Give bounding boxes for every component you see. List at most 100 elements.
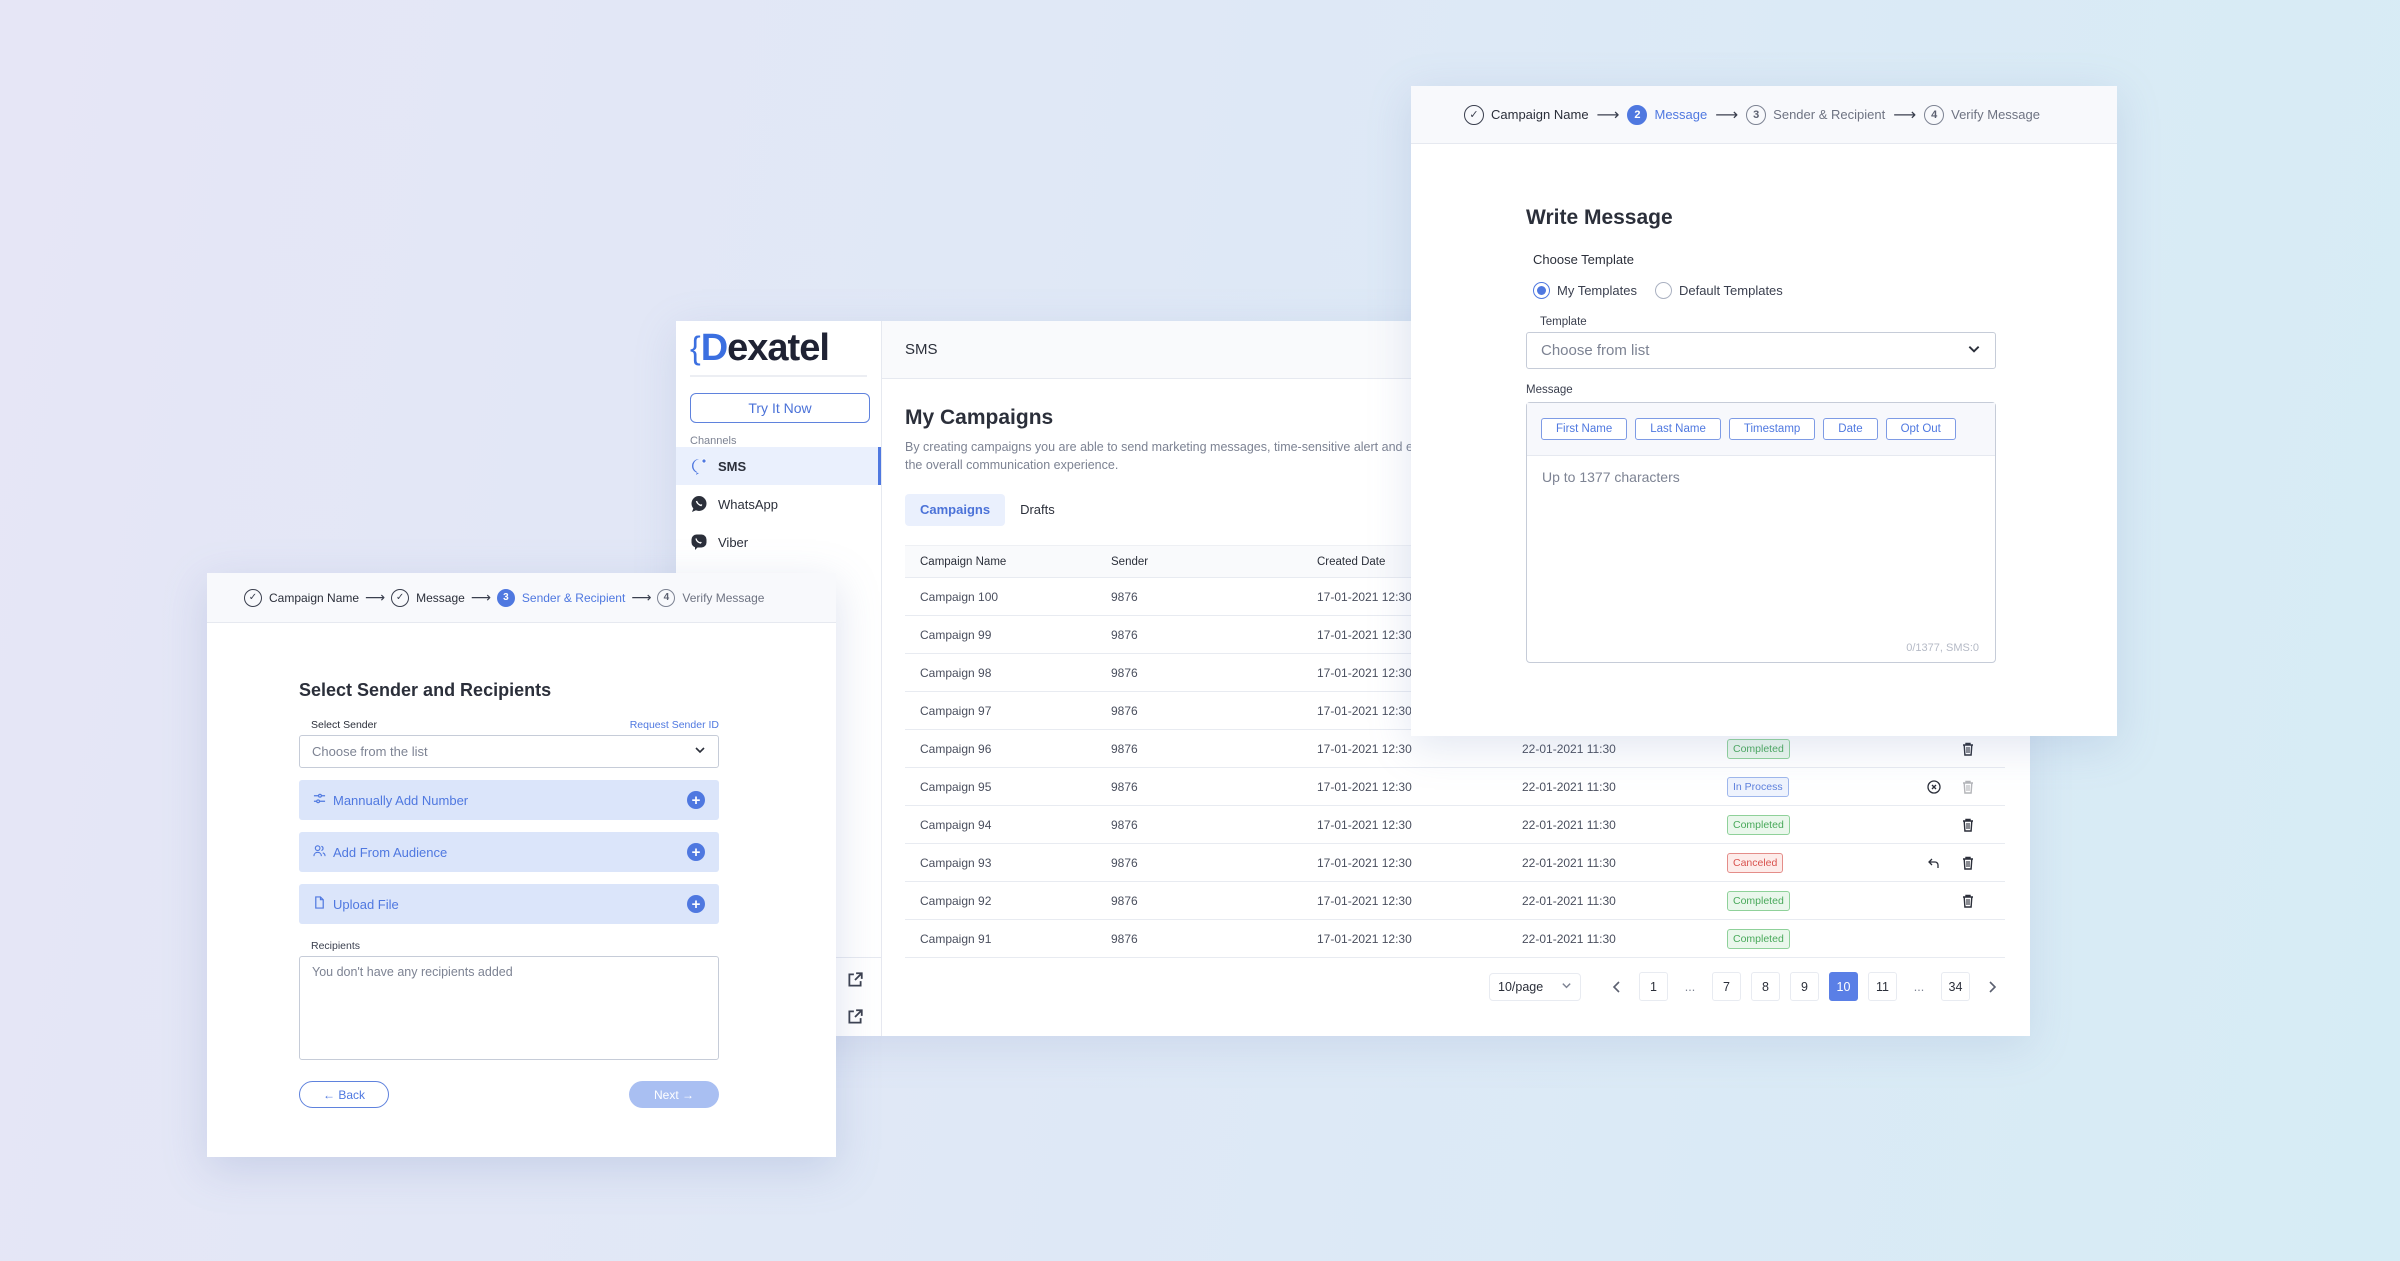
table-row[interactable]: Campaign 91 9876 17-01-2021 12:30 22-01-202…: [905, 920, 2005, 958]
sender-cell: 9876: [1111, 931, 1138, 946]
created-date-cell: 17-01-2021 12:30: [1317, 817, 1412, 832]
actions-cell: [1907, 779, 2005, 794]
trash-icon[interactable]: [1961, 742, 1975, 756]
page-button[interactable]: 9: [1790, 972, 1819, 1001]
external-link-icon[interactable]: [846, 1008, 864, 1026]
sidebar-item-label: SMS: [718, 458, 747, 474]
radio-button[interactable]: [1533, 282, 1550, 299]
page-button[interactable]: 1: [1639, 972, 1668, 1001]
sidebar-item-viber[interactable]: Viber: [676, 523, 881, 561]
arrow-right-icon: ⟶: [1596, 106, 1620, 124]
step-campaign-name[interactable]: ✓ Campaign Name: [1464, 104, 1589, 125]
sender-stepper: ✓ Campaign Name ⟶ ✓ Message ⟶ 3 Sender & Recipi…: [207, 573, 836, 623]
created-date-cell: 17-01-2021 12:30: [1317, 779, 1412, 794]
whatsapp-icon: [690, 495, 708, 513]
step-verify-message[interactable]: 4 Verify Message: [1924, 104, 2040, 125]
option-mannually-add-number[interactable]: Mannually Add Number +: [299, 780, 719, 820]
trash-icon[interactable]: [1961, 856, 1975, 870]
campaign-name-cell: Campaign 98: [920, 665, 992, 680]
sender-cell: 9876: [1111, 741, 1138, 756]
status-badge: Completed: [1727, 928, 1790, 949]
table-row[interactable]: Campaign 95 9876 17-01-2021 12:30 22-01-202…: [905, 768, 2005, 806]
option-upload-file[interactable]: Upload File +: [299, 884, 719, 924]
step-campaign-name[interactable]: ✓ Campaign Name: [244, 588, 359, 607]
step-label: Message: [1654, 107, 1708, 122]
trash-icon[interactable]: [1961, 818, 1975, 832]
request-sender-id-link[interactable]: Request Sender ID: [630, 719, 719, 731]
tag-opt-out[interactable]: Opt Out: [1885, 418, 1956, 440]
sidebar-item-whatsapp[interactable]: WhatsApp: [676, 485, 881, 523]
step-verify-message[interactable]: 4 Verify Message: [657, 588, 765, 607]
scheduled-date-cell: 22-01-2021 11:30: [1522, 741, 1616, 756]
chevron-down-icon: [694, 744, 706, 759]
tag-timestamp[interactable]: Timestamp: [1728, 418, 1816, 440]
sender-cell: 9876: [1111, 893, 1138, 908]
created-date-cell: 17-01-2021 12:30: [1317, 893, 1412, 908]
sender-select[interactable]: Choose from the list: [299, 735, 719, 768]
plus-circle-icon[interactable]: +: [687, 843, 705, 861]
template-select[interactable]: Choose from list: [1526, 332, 1996, 369]
scheduled-date-cell: 22-01-2021 11:30: [1522, 855, 1616, 870]
tag-date[interactable]: Date: [1823, 418, 1878, 440]
radio-button[interactable]: [1654, 282, 1672, 299]
page-description: By creating campaigns you are able to se…: [905, 440, 1454, 472]
sender-cell: 9876: [1111, 779, 1138, 794]
per-page-value: 10/page: [1498, 979, 1544, 994]
external-link-icon[interactable]: [846, 971, 864, 989]
step-message[interactable]: 2 Message: [1627, 104, 1708, 125]
message-editor[interactable]: First Name Last Name Timestamp Date Opt Out …: [1526, 402, 1996, 663]
page-button[interactable]: 10: [1829, 972, 1858, 1001]
restore-arrow-icon[interactable]: [1927, 856, 1941, 870]
tag-last-name[interactable]: Last Name: [1635, 418, 1721, 440]
column-header[interactable]: Sender: [1111, 556, 1317, 568]
sender-label-row: Select Sender Request Sender ID: [311, 719, 719, 731]
logo-text: exatel: [727, 326, 830, 369]
campaign-name-cell: Campaign 94: [920, 817, 992, 832]
message-stepper: ✓ Campaign Name ⟶ 2 Message ⟶ 3 Sender & Recipi…: [1411, 86, 2117, 144]
cancel-circle-icon[interactable]: [1927, 779, 1941, 794]
plus-circle-icon[interactable]: +: [687, 895, 705, 913]
plus-circle-icon[interactable]: +: [687, 791, 705, 809]
page-button[interactable]: 7: [1712, 972, 1741, 1001]
radio-default-templates[interactable]: Default Templates: [1654, 282, 1783, 299]
try-it-now-button[interactable]: Try It Now: [690, 393, 870, 423]
status-badge: Completed: [1727, 814, 1790, 835]
write-message-form: Write Message Choose Template My Templat…: [1526, 206, 1996, 663]
arrow-right-icon: ⟶: [365, 589, 386, 605]
template-label: Template: [1540, 316, 1587, 328]
step-message[interactable]: ✓ Message: [391, 588, 465, 607]
table-row[interactable]: Campaign 92 9876 17-01-2021 12:30 22-01-202…: [905, 882, 2005, 920]
step-label: Verify Message: [1951, 107, 2040, 122]
sidebar-item-label: WhatsApp: [718, 496, 778, 512]
page-button[interactable]: 8: [1751, 972, 1780, 1001]
pagination-ellipsis: ...: [1907, 972, 1931, 1001]
prev-page-button[interactable]: [1605, 972, 1629, 1001]
table-row[interactable]: Campaign 93 9876 17-01-2021 12:30 22-01-202…: [905, 844, 2005, 882]
step-number: 4: [1924, 104, 1945, 125]
trash-icon[interactable]: [1961, 894, 1975, 908]
next-button[interactable]: Next →: [629, 1081, 719, 1108]
radio-my-templates[interactable]: My Templates: [1533, 282, 1637, 299]
step-label: Verify Message: [682, 590, 765, 605]
next-page-button[interactable]: [1980, 972, 2004, 1001]
arrow-right-icon: ⟶: [1893, 106, 1917, 124]
option-add-from-audience[interactable]: Add From Audience +: [299, 832, 719, 872]
column-header[interactable]: Campaign Name: [905, 556, 1111, 568]
page-button[interactable]: 11: [1868, 972, 1897, 1001]
page-button[interactable]: 34: [1941, 972, 1970, 1001]
sidebar-item-sms[interactable]: SMS: [676, 447, 881, 485]
recipients-box[interactable]: You don't have any recipients added: [299, 956, 719, 1060]
logo-brace: {: [690, 329, 701, 366]
step-sender-recipient[interactable]: 3 Sender & Recipient: [496, 588, 625, 607]
dexatel-logo[interactable]: {Dexatel: [690, 321, 867, 377]
back-button[interactable]: ← Back: [299, 1081, 389, 1108]
channels-label: Channels: [690, 435, 737, 447]
step-sender-recipient[interactable]: 3 Sender & Recipient: [1746, 104, 1885, 125]
pagination-ellipsis: ...: [1678, 972, 1702, 1001]
tab-drafts[interactable]: Drafts: [1005, 494, 1070, 526]
table-row[interactable]: Campaign 94 9876 17-01-2021 12:30 22-01-202…: [905, 806, 2005, 844]
arrow-right-icon: ⟶: [631, 589, 652, 605]
per-page-select[interactable]: 10/page: [1489, 972, 1581, 1001]
tab-campaigns[interactable]: Campaigns: [905, 494, 1006, 526]
tag-first-name[interactable]: First Name: [1541, 418, 1628, 440]
